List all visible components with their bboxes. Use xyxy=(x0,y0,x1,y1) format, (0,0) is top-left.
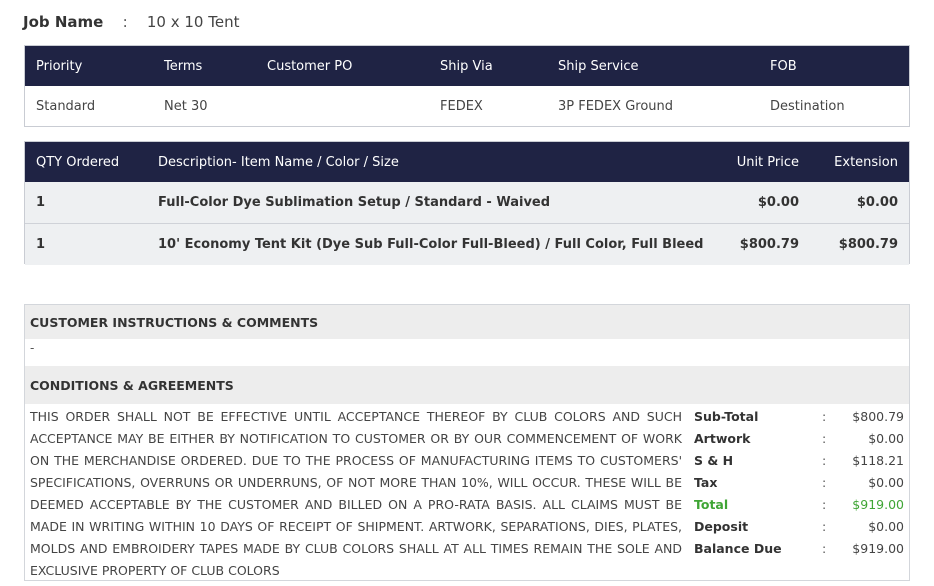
total-colon: : xyxy=(822,541,827,556)
header-priority: Priority xyxy=(36,58,83,74)
total-colon: : xyxy=(822,431,827,446)
header-ship-via: Ship Via xyxy=(440,58,493,74)
job-name-line: Job Name : 10 x 10 Tent xyxy=(23,12,239,32)
total-label: S & H xyxy=(694,453,734,468)
header-ship-service: Ship Service xyxy=(558,58,639,74)
ship-service-value: 3P FEDEX Ground xyxy=(558,98,674,114)
total-label: Balance Due xyxy=(694,541,782,556)
fob-value: Destination xyxy=(770,98,845,114)
order-info-header-row: Priority Terms Customer PO Ship Via Ship… xyxy=(25,46,909,86)
item-extension: $0.00 xyxy=(856,195,898,210)
job-name-value: 10 x 10 Tent xyxy=(146,13,240,31)
total-value: $800.79 xyxy=(852,409,904,424)
totals-panel: Sub-Total : $800.79 Artwork : $0.00 S & … xyxy=(689,366,909,580)
customer-instructions-heading: CUSTOMER INSTRUCTIONS & COMMENTS xyxy=(25,305,909,339)
total-label: Total xyxy=(694,497,729,512)
item-description: Full-Color Dye Sublimation Setup / Stand… xyxy=(158,195,551,210)
header-description: Description- Item Name / Color / Size xyxy=(158,154,399,170)
item-extension: $800.79 xyxy=(838,237,898,252)
item-unit-price: $0.00 xyxy=(757,195,799,210)
subtotal-row: Sub-Total : $800.79 xyxy=(694,406,904,428)
total-colon: : xyxy=(822,409,827,424)
total-value: $0.00 xyxy=(868,475,904,490)
artwork-row: Artwork : $0.00 xyxy=(694,428,904,450)
header-extension: Extension xyxy=(834,154,898,170)
tax-row: Tax : $0.00 xyxy=(694,472,904,494)
total-value: $0.00 xyxy=(868,431,904,446)
job-name-colon: : xyxy=(122,13,128,31)
priority-value: Standard xyxy=(36,98,96,114)
total-label: Artwork xyxy=(694,431,751,446)
item-description: 10' Economy Tent Kit (Dye Sub Full-Color… xyxy=(158,237,704,252)
total-value: $919.00 xyxy=(852,541,904,556)
table-row: 1 Full-Color Dye Sublimation Setup / Sta… xyxy=(25,182,909,223)
order-info-row: Standard Net 30 FEDEX 3P FEDEX Ground De… xyxy=(25,86,909,126)
conditions-heading: CONDITIONS & AGREEMENTS xyxy=(25,366,689,404)
total-colon: : xyxy=(822,453,827,468)
table-row: 1 10' Economy Tent Kit (Dye Sub Full-Col… xyxy=(25,223,909,265)
item-unit-price: $800.79 xyxy=(739,237,799,252)
job-name-label: Job Name xyxy=(23,13,104,31)
instructions-and-totals-box: CUSTOMER INSTRUCTIONS & COMMENTS - CONDI… xyxy=(24,304,910,581)
total-colon: : xyxy=(822,519,827,534)
conditions-section: CONDITIONS & AGREEMENTS THIS ORDER SHALL… xyxy=(25,366,690,580)
line-items-table: QTY Ordered Description- Item Name / Col… xyxy=(24,141,910,265)
conditions-text: THIS ORDER SHALL NOT BE EFFECTIVE UNTIL … xyxy=(30,409,682,578)
grand-total-row: Total : $919.00 xyxy=(694,494,904,516)
line-items-header-row: QTY Ordered Description- Item Name / Col… xyxy=(25,142,909,182)
customer-instructions-text: - xyxy=(30,341,35,355)
total-label: Sub-Total xyxy=(694,409,759,424)
header-qty-ordered: QTY Ordered xyxy=(36,154,120,170)
deposit-row: Deposit : $0.00 xyxy=(694,516,904,538)
total-label: Tax xyxy=(694,475,718,490)
header-terms: Terms xyxy=(164,58,203,74)
total-label: Deposit xyxy=(694,519,749,534)
totals-header-band xyxy=(689,366,909,404)
item-qty: 1 xyxy=(36,237,46,252)
order-info-table: Priority Terms Customer PO Ship Via Ship… xyxy=(24,45,910,127)
total-value: $118.21 xyxy=(852,453,904,468)
total-colon: : xyxy=(822,497,827,512)
item-qty: 1 xyxy=(36,195,46,210)
total-value: $0.00 xyxy=(868,519,904,534)
shipping-handling-row: S & H : $118.21 xyxy=(694,450,904,472)
header-fob: FOB xyxy=(770,58,797,74)
header-unit-price: Unit Price xyxy=(736,154,799,170)
total-value: $919.00 xyxy=(852,497,904,512)
balance-due-row: Balance Due : $919.00 xyxy=(694,538,904,560)
total-colon: : xyxy=(822,475,827,490)
terms-value: Net 30 xyxy=(164,98,208,114)
ship-via-value: FEDEX xyxy=(440,98,483,114)
header-customer-po: Customer PO xyxy=(267,58,353,74)
